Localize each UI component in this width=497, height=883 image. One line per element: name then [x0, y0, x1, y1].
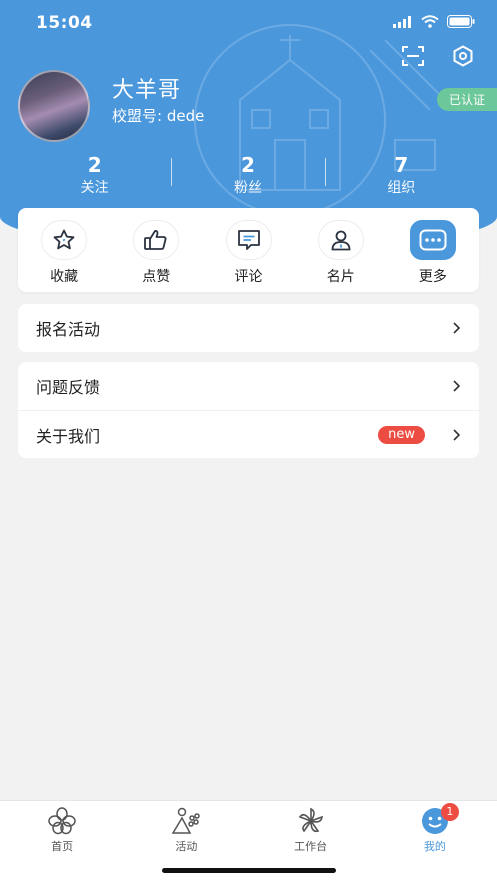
menu-item-label: 报名活动 — [36, 320, 101, 339]
home-indicator — [162, 868, 336, 873]
stat-fans[interactable]: 2 粉丝 — [171, 152, 324, 200]
shortcut-favorites-label: 收藏 — [50, 269, 79, 285]
shortcut-favorites[interactable]: 收藏 — [18, 208, 110, 292]
menu-item-about-us[interactable]: 关于我们 new — [18, 410, 479, 458]
stat-fans-label: 粉丝 — [233, 180, 262, 196]
chevron-right-icon — [453, 380, 461, 392]
stat-organizations-value: 7 — [394, 153, 409, 177]
signal-icon — [393, 15, 411, 28]
tab-activities-label: 活动 — [175, 840, 198, 853]
stat-following[interactable]: 2 关注 — [18, 152, 171, 200]
header-actions — [401, 44, 475, 68]
chevron-right-icon — [453, 322, 461, 334]
notification-badge: 1 — [440, 803, 459, 821]
tab-home[interactable]: 首页 — [0, 801, 124, 883]
smiley-icon: 1 — [419, 803, 459, 835]
home-petal-icon — [46, 807, 78, 835]
avatar[interactable] — [18, 70, 90, 142]
tab-workbench-label: 工作台 — [294, 840, 328, 853]
status-bar: 15:04 — [0, 0, 497, 46]
username: 大羊哥 — [112, 78, 182, 103]
shortcut-card-profile-label: 名片 — [326, 269, 355, 285]
shortcut-comments-label: 评论 — [234, 269, 263, 285]
star-icon — [41, 220, 88, 260]
menu-item-label: 关于我们 — [36, 426, 101, 446]
status-icons — [393, 15, 475, 28]
wifi-icon — [421, 15, 439, 28]
stats-row: 2 关注 2 粉丝 7 组织 — [18, 152, 478, 200]
shortcut-more[interactable]: 更多 — [387, 208, 479, 292]
shortcut-card-profile[interactable]: 名片 — [295, 208, 387, 292]
thumbs-up-icon — [133, 220, 180, 260]
new-badge: new — [378, 425, 425, 444]
menu-item-feedback[interactable]: 问题反馈 — [18, 362, 479, 410]
shortcut-card: 收藏 点赞 评论 名片 更多 — [18, 208, 479, 292]
stat-organizations-label: 组织 — [387, 180, 416, 196]
shortcut-comments[interactable]: 评论 — [202, 208, 294, 292]
stat-following-label: 关注 — [80, 180, 109, 196]
tab-mine[interactable]: 1 我的 — [373, 801, 497, 883]
stat-fans-value: 2 — [241, 153, 255, 177]
stat-following-value: 2 — [87, 153, 102, 177]
shortcut-likes-label: 点赞 — [142, 269, 171, 285]
menu-item-label: 问题反馈 — [36, 378, 101, 397]
school-id: 校盟号: dede — [112, 107, 205, 125]
person-card-icon — [317, 220, 364, 260]
settings-icon[interactable] — [451, 44, 475, 68]
activity-icon — [170, 807, 202, 835]
stat-organizations[interactable]: 7 组织 — [324, 152, 478, 200]
tab-mine-label: 我的 — [423, 840, 446, 853]
battery-icon — [447, 15, 475, 28]
comment-icon — [225, 220, 272, 260]
workbench-icon — [295, 807, 327, 835]
menu-card-secondary: 问题反馈 关于我们 new — [18, 362, 479, 458]
menu-item-registered-activities[interactable]: 报名活动 — [18, 304, 479, 352]
chevron-right-icon — [453, 428, 461, 441]
tab-home-label: 首页 — [51, 840, 74, 853]
shortcut-more-label: 更多 — [418, 269, 447, 285]
shortcut-likes[interactable]: 点赞 — [110, 208, 202, 292]
menu-card-primary: 报名活动 — [18, 304, 479, 352]
status-time: 15:04 — [36, 13, 93, 33]
scan-icon[interactable] — [401, 44, 425, 68]
verified-badge: 已认证 — [436, 88, 497, 111]
more-icon — [409, 220, 456, 260]
